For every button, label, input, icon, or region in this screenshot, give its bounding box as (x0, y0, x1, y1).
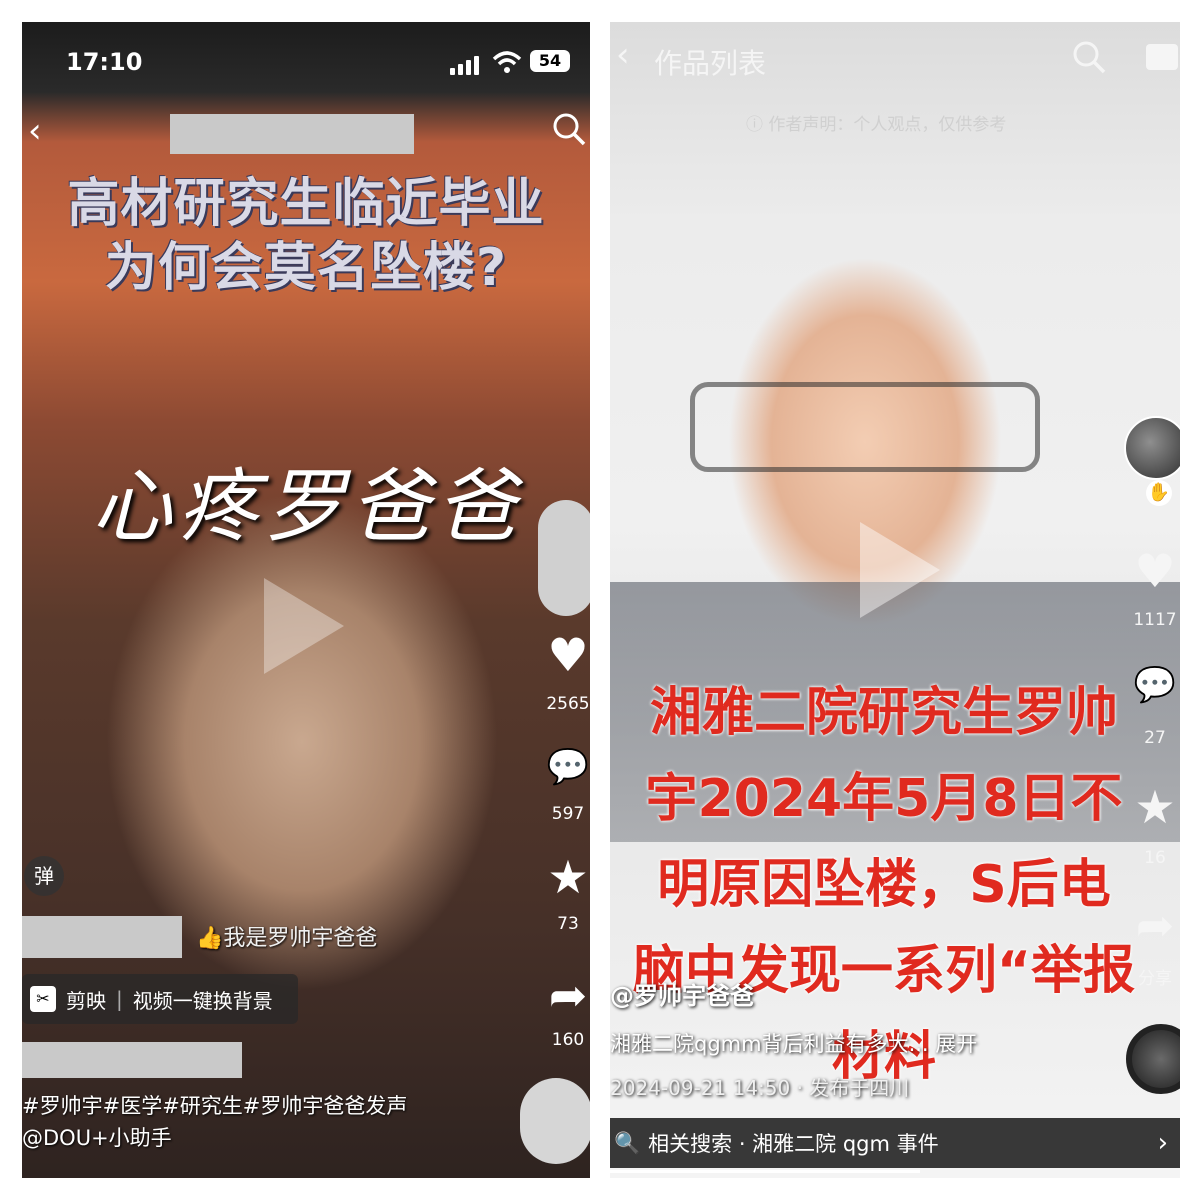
more-options-icon[interactable] (1146, 44, 1178, 70)
related-search-bar[interactable]: 🔍 相关搜索 · 湘雅二院 qgm 事件 › (610, 1118, 1180, 1168)
right-video-panel: ‹ 作品列表 ⓘ 作者声明：个人观点，仅供参考 ✋ ♥ 1117 💬 27 ★ … (610, 22, 1180, 1178)
author-disclaimer: ⓘ 作者声明：个人观点，仅供参考 (746, 115, 1007, 135)
share-count: 160 (551, 1030, 585, 1050)
status-time: 17:10 (66, 48, 143, 76)
search-icon[interactable] (552, 112, 586, 146)
comment-count: 597 (551, 804, 585, 824)
author-handle[interactable]: @罗帅宇爸爸 (610, 976, 754, 1011)
wifi-icon (492, 51, 522, 73)
battery-indicator: 54 (530, 50, 570, 72)
header-title: 作品列表 (654, 47, 767, 80)
video-headline-line1: 高材研究生临近毕业 (67, 174, 545, 234)
follow-hand-icon[interactable]: ✋ (1146, 480, 1172, 506)
divider: | (116, 987, 123, 1011)
back-arrow-icon[interactable]: ‹ (616, 38, 630, 72)
comment-bubble-icon[interactable]: 💬 (542, 744, 590, 790)
progress-bar[interactable] (610, 1170, 920, 1173)
left-video-panel: 17:10 54 ‹ 高材研究生临近毕业 为何会莫名坠楼? 心疼罗爸爸 ♥ 25… (22, 22, 590, 1178)
overlay-text-line2: 宇2024年5月8日不 (645, 769, 1123, 829)
overlay-text-line3: 明原因坠楼，S后电 (657, 855, 1111, 915)
chevron-right-icon: › (1157, 1128, 1168, 1158)
eyeglasses-shape (690, 382, 1040, 472)
like-count: 2565 (546, 694, 590, 714)
play-icon[interactable] (860, 522, 940, 618)
related-search-text: 相关搜索 · 湘雅二院 qgm 事件 (648, 1132, 939, 1156)
overlay-text-line1: 湘雅二院研究生罗帅 (649, 683, 1118, 743)
danmaku-toggle-button[interactable]: 弹 (24, 856, 64, 896)
mention-caption[interactable]: @DOU+小助手 (22, 1122, 172, 1152)
video-sticker-text: 心疼罗爸爸 (92, 460, 522, 553)
blurred-author-redaction (22, 916, 182, 958)
capcut-slogan: 视频一键换背景 (132, 988, 273, 1013)
info-icon: ⓘ (746, 115, 769, 135)
like-heart-icon[interactable]: ♥ (1130, 548, 1180, 594)
thumbs-up-icon: 👍 (196, 926, 224, 951)
cellular-signal-icon (450, 56, 479, 75)
favorite-count: 73 (557, 914, 579, 934)
favorite-star-icon[interactable]: ★ (542, 854, 590, 900)
back-arrow-icon[interactable]: ‹ (28, 114, 42, 148)
author-avatar-redacted[interactable] (538, 500, 590, 616)
author-tag-text: 👍我是罗帅宇爸爸 (196, 926, 378, 951)
music-disc-redacted[interactable] (520, 1078, 590, 1164)
capcut-promo-bar[interactable]: ✂ 剪映 | 视频一键换背景 (22, 974, 298, 1024)
capcut-logo-icon: ✂ (30, 986, 56, 1012)
search-icon[interactable] (1072, 40, 1106, 74)
blurred-title-redaction (170, 114, 414, 154)
blurred-username-redaction (22, 1042, 242, 1078)
capcut-brand: 剪映 (66, 988, 106, 1013)
like-count: 1117 (1133, 610, 1177, 630)
author-avatar[interactable] (1124, 416, 1180, 480)
hashtag-caption[interactable]: #罗帅宇#医学#研究生#罗帅宇爸爸发声 (22, 1090, 407, 1120)
play-icon[interactable] (264, 578, 344, 674)
video-headline-line2: 为何会莫名坠楼? (104, 238, 508, 298)
post-meta: 2024-09-21 14:50 · 发布于四川 (610, 1076, 910, 1100)
video-description[interactable]: 湘雅二院qgmm背后利益有多大... 展开 (610, 1028, 977, 1058)
share-arrow-icon[interactable]: ➦ (542, 972, 590, 1018)
search-icon: 🔍 (614, 1130, 641, 1155)
like-heart-icon[interactable]: ♥ (542, 632, 590, 678)
